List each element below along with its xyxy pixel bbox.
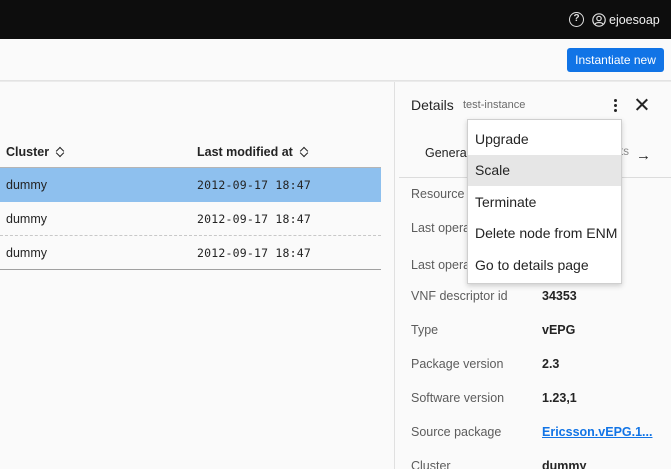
- field-label: Last opera: [411, 258, 471, 272]
- instances-table: [0, 82, 394, 469]
- source-package-link[interactable]: Ericsson.vEPG.1...: [542, 425, 652, 439]
- arrow-right-icon[interactable]: →: [636, 147, 651, 164]
- table-row[interactable]: dummy 2012-09-17 18:47: [0, 202, 381, 236]
- column-label: Last modified at: [197, 145, 293, 159]
- cell-cluster: dummy: [6, 212, 47, 226]
- cell-cluster: dummy: [6, 246, 47, 260]
- field-value: 2.3: [542, 357, 560, 371]
- username: ejoesoap: [609, 12, 660, 27]
- menu-item-upgrade[interactable]: Upgrade: [468, 124, 621, 155]
- menu-item-details-page[interactable]: Go to details page: [468, 250, 621, 281]
- actions-dropdown-menu: Upgrade Scale Terminate Delete node from…: [467, 119, 622, 284]
- column-header-cluster[interactable]: Cluster: [6, 145, 64, 159]
- cell-last-modified: 2012-09-17 18:47: [197, 178, 311, 192]
- cell-last-modified: 2012-09-17 18:47: [197, 212, 311, 226]
- instantiate-new-button[interactable]: Instantiate new: [567, 48, 664, 72]
- user-icon: [592, 12, 606, 27]
- column-label: Cluster: [6, 145, 50, 159]
- tab-general[interactable]: Genera: [425, 146, 467, 160]
- cell-cluster: dummy: [6, 178, 47, 192]
- cell-last-modified: 2012-09-17 18:47: [197, 246, 311, 260]
- column-header-last-modified[interactable]: Last modified at: [197, 145, 308, 159]
- menu-item-terminate[interactable]: Terminate: [468, 187, 621, 218]
- menu-item-delete-node[interactable]: Delete node from ENM: [468, 218, 621, 249]
- field-value: vEPG: [542, 323, 576, 337]
- top-bar: ? ejoesoap: [0, 0, 671, 39]
- field-label: Last opera: [411, 221, 471, 235]
- table-row[interactable]: dummy 2012-09-17 18:47: [0, 236, 381, 270]
- user-menu[interactable]: ejoesoap: [592, 11, 660, 28]
- field-label: Source package: [411, 425, 502, 439]
- details-subtitle: test-instance: [463, 99, 526, 111]
- details-title: Details: [411, 97, 454, 113]
- sort-icon[interactable]: [55, 146, 64, 158]
- close-icon[interactable]: [633, 96, 650, 113]
- field-label: Software version: [411, 391, 505, 405]
- field-value: dummy: [542, 459, 587, 469]
- field-label: Type: [411, 323, 439, 337]
- field-value: 1.23,1: [542, 391, 577, 405]
- field-value: 34353: [542, 289, 577, 303]
- table-row[interactable]: dummy 2012-09-17 18:47: [0, 168, 381, 202]
- question-circle-icon[interactable]: ?: [569, 12, 584, 27]
- field-label: VNF descriptor id: [411, 289, 508, 303]
- field-label: Package version: [411, 357, 504, 371]
- sort-icon[interactable]: [299, 146, 308, 158]
- menu-item-scale[interactable]: Scale: [468, 155, 621, 186]
- more-options-icon[interactable]: [611, 98, 619, 114]
- field-label: Resource i: [411, 187, 471, 201]
- field-label: Cluster: [411, 459, 451, 469]
